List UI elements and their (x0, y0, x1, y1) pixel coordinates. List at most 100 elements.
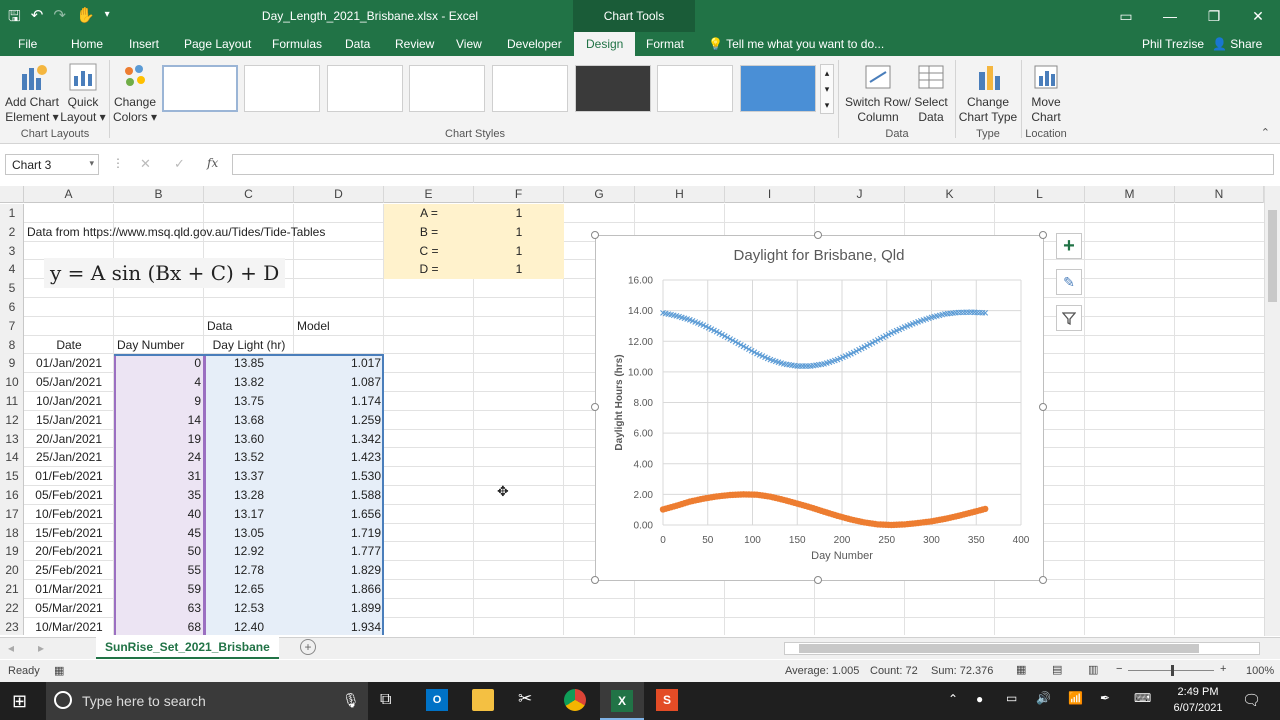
cell-date[interactable]: 10/Jan/2021 (24, 392, 114, 411)
notifications-icon[interactable]: 🗨 (1242, 691, 1261, 709)
cell-day-number[interactable]: 0 (114, 354, 204, 373)
move-chart-button[interactable]: Move Chart (1024, 62, 1068, 125)
cell-day-number[interactable]: 40 (114, 505, 204, 524)
taskbar-search-box[interactable]: Type here to search 🎙 (46, 682, 368, 720)
cell-date[interactable]: 25/Jan/2021 (24, 448, 114, 467)
cell-day-number[interactable]: 35 (114, 486, 204, 505)
cell-daylight[interactable]: 13.68 (204, 411, 294, 430)
col-header[interactable]: G (564, 186, 635, 203)
snipping-tool-icon[interactable]: ✂ (518, 689, 532, 709)
task-view-icon[interactable]: ⧉ (380, 691, 391, 709)
param-label[interactable]: D = (384, 260, 474, 279)
header-date[interactable]: Date (24, 336, 114, 355)
status-average[interactable]: Average: 1.005 (785, 665, 859, 677)
cell-daylight[interactable]: 13.17 (204, 505, 294, 524)
row-header[interactable]: 6 (0, 298, 24, 317)
cell-daylight[interactable]: 13.05 (204, 524, 294, 543)
tray-app-icon[interactable]: ● (976, 692, 983, 706)
cell-daylight[interactable]: 13.60 (204, 430, 294, 449)
row-header[interactable]: 13 (0, 430, 24, 449)
param-value[interactable]: 1 (474, 204, 564, 223)
header-model[interactable]: Model (294, 317, 333, 336)
col-header[interactable]: B (114, 186, 204, 203)
resize-handle[interactable] (591, 231, 599, 239)
zoom-level[interactable]: 100% (1246, 665, 1274, 677)
row-header[interactable]: 15 (0, 467, 24, 486)
param-label[interactable]: A = (384, 204, 474, 223)
tab-page-layout[interactable]: Page Layout (184, 37, 251, 51)
resize-handle[interactable] (814, 576, 822, 584)
chart-style-1[interactable] (162, 65, 238, 112)
cell-date[interactable]: 10/Mar/2021 (24, 618, 114, 635)
network-icon[interactable]: 📶 (1068, 691, 1083, 705)
cell-date[interactable]: 25/Feb/2021 (24, 561, 114, 580)
col-header[interactable]: E (384, 186, 474, 203)
row-header[interactable]: 14 (0, 448, 24, 467)
change-colors-button[interactable]: Change Colors ▾ (112, 62, 158, 125)
param-value[interactable]: 1 (474, 223, 564, 242)
chart-filter-icon[interactable] (1056, 305, 1082, 331)
cell-day-number[interactable]: 55 (114, 561, 204, 580)
sheet-tab-active[interactable]: SunRise_Set_2021_Brisbane (96, 637, 279, 659)
quick-layout-button[interactable]: Quick Layout ▾ (60, 62, 106, 125)
insert-function-icon[interactable]: fx (207, 156, 218, 170)
cell-daylight[interactable]: 13.75 (204, 392, 294, 411)
cell-day-number[interactable]: 19 (114, 430, 204, 449)
share-button[interactable]: 👤 Share (1212, 37, 1262, 51)
cell-day-number[interactable]: 31 (114, 467, 204, 486)
cell-model[interactable]: 1.530 (294, 467, 384, 486)
clock-time[interactable]: 2:49 PM (1170, 686, 1226, 698)
tab-design[interactable]: Design (574, 32, 636, 56)
formula-input[interactable] (232, 154, 1274, 175)
col-header[interactable]: J (815, 186, 905, 203)
col-header[interactable]: M (1085, 186, 1175, 203)
row-header[interactable]: 4 (0, 260, 24, 279)
cell-date[interactable]: 20/Jan/2021 (24, 430, 114, 449)
resize-handle[interactable] (814, 231, 822, 239)
col-header[interactable]: I (725, 186, 815, 203)
file-explorer-icon[interactable] (472, 689, 494, 711)
col-header[interactable]: C (204, 186, 294, 203)
row-header[interactable]: 10 (0, 373, 24, 392)
tab-data[interactable]: Data (345, 37, 370, 51)
row-header[interactable]: 5 (0, 279, 24, 298)
tell-me-box[interactable]: 💡 Tell me what you want to do... (708, 37, 884, 51)
cell-model[interactable]: 1.588 (294, 486, 384, 505)
cell-day-number[interactable]: 24 (114, 448, 204, 467)
cell-model[interactable]: 1.719 (294, 524, 384, 543)
cell-date[interactable]: 05/Jan/2021 (24, 373, 114, 392)
enter-icon[interactable]: ✓ (174, 156, 185, 172)
col-header[interactable]: A (24, 186, 114, 203)
row-header[interactable]: 21 (0, 580, 24, 599)
tab-format[interactable]: Format (646, 37, 684, 51)
select-data-button[interactable]: Select Data (912, 62, 950, 125)
tab-developer[interactable]: Developer (507, 37, 562, 51)
excel-taskbar-item[interactable]: X (600, 682, 644, 720)
chart-area[interactable]: 0.00 2.00 4.00 6.00 8.00 10.00 12.00 14.00 16.00… (595, 235, 1044, 581)
row-header[interactable]: 17 (0, 505, 24, 524)
resize-handle[interactable] (1039, 576, 1047, 584)
cell-day-number[interactable]: 59 (114, 580, 204, 599)
change-chart-type-button[interactable]: Change Chart Type (958, 62, 1018, 125)
chart-style-2[interactable] (244, 65, 320, 112)
cell-day-number[interactable]: 50 (114, 542, 204, 561)
chart-style-7[interactable] (657, 65, 733, 112)
row-header[interactable]: 20 (0, 561, 24, 580)
col-header[interactable]: F (474, 186, 564, 203)
row-header[interactable]: 11 (0, 392, 24, 411)
status-count[interactable]: Count: 72 (870, 665, 918, 677)
zoom-out-icon[interactable]: − (1116, 663, 1122, 675)
cell-daylight[interactable]: 13.82 (204, 373, 294, 392)
row-header[interactable]: 16 (0, 486, 24, 505)
cell-daylight[interactable]: 13.37 (204, 467, 294, 486)
cell-day-number[interactable]: 4 (114, 373, 204, 392)
tab-view[interactable]: View (456, 37, 482, 51)
chart-elements-plus-icon[interactable]: + (1056, 233, 1082, 259)
resize-handle[interactable] (1039, 231, 1047, 239)
chart-styles-scroll[interactable]: ▴ ▾ ▾ (820, 64, 834, 114)
cell-model[interactable]: 1.829 (294, 561, 384, 580)
cancel-icon[interactable]: ✕ (140, 156, 151, 172)
param-value[interactable]: 1 (474, 242, 564, 261)
chart-style-5[interactable] (492, 65, 568, 112)
chart-styles-brush-icon[interactable]: ✎ (1056, 269, 1082, 295)
